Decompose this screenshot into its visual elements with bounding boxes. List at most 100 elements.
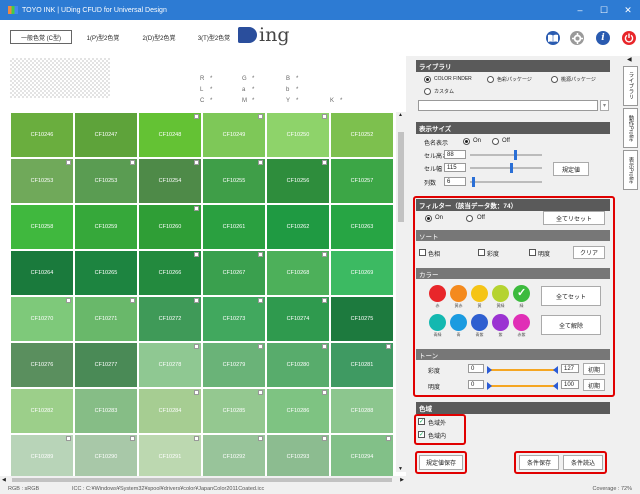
color-swatch[interactable]: CF10280 <box>266 342 330 388</box>
color-swatch[interactable]: CF10286 <box>266 388 330 434</box>
color-swatch[interactable]: CF10254 <box>138 158 202 204</box>
color-swatch[interactable]: CF10274 <box>266 296 330 342</box>
swatch-marker[interactable] <box>322 114 327 119</box>
swatch-marker[interactable] <box>322 252 327 257</box>
info-icon[interactable]: i <box>596 31 610 45</box>
swatch-marker[interactable] <box>386 344 391 349</box>
swatch-marker[interactable] <box>194 114 199 119</box>
swatch-marker[interactable] <box>258 114 263 119</box>
radio-custom[interactable] <box>424 88 431 95</box>
swatch-marker[interactable] <box>258 298 263 303</box>
color-swatch[interactable]: CF10278 <box>138 342 202 388</box>
swatch-marker[interactable] <box>322 390 327 395</box>
radio-package-2[interactable] <box>551 76 558 83</box>
tab-t-type[interactable]: 3(T)型2色覚 <box>188 30 240 44</box>
color-swatch[interactable]: CF10291 <box>138 434 202 480</box>
cell-width-slider[interactable] <box>470 163 542 173</box>
color-swatch[interactable]: CF10261 <box>202 204 266 250</box>
radio-name-off[interactable] <box>492 138 499 145</box>
columns-input[interactable]: 6 <box>444 177 466 186</box>
book-icon[interactable] <box>546 31 560 45</box>
swatch-marker[interactable] <box>258 252 263 257</box>
default-size-button[interactable]: 規定値 <box>553 162 589 176</box>
color-swatch[interactable]: CF10292 <box>202 434 266 480</box>
side-tab-library[interactable]: ライブラリ <box>623 66 638 106</box>
library-select[interactable] <box>418 100 598 111</box>
swatch-marker[interactable] <box>194 298 199 303</box>
swatch-marker[interactable] <box>322 160 327 165</box>
swatch-marker[interactable] <box>194 344 199 349</box>
horizontal-scrollbar[interactable]: ◀ ▶ <box>0 476 406 484</box>
color-swatch[interactable]: CF10262 <box>266 204 330 250</box>
color-swatch[interactable]: CF10277 <box>74 342 138 388</box>
color-swatch[interactable]: CF10288 <box>330 388 394 434</box>
color-swatch[interactable]: CF10259 <box>74 204 138 250</box>
color-swatch[interactable]: CF10284 <box>138 388 202 434</box>
color-swatch[interactable]: CF10294 <box>330 434 394 480</box>
close-button[interactable]: ✕ <box>616 5 640 16</box>
color-swatch[interactable]: CF10255 <box>202 158 266 204</box>
color-swatch[interactable]: CF10247 <box>74 112 138 158</box>
columns-slider[interactable] <box>470 177 542 187</box>
cell-width-input[interactable]: 115 <box>444 163 466 172</box>
color-swatch[interactable]: CF10256 <box>266 158 330 204</box>
hscroll-thumb[interactable] <box>12 478 392 482</box>
color-swatch[interactable]: CF10273 <box>202 296 266 342</box>
swatch-marker[interactable] <box>322 436 327 441</box>
scroll-right-arrow[interactable]: ▶ <box>400 477 404 483</box>
swatch-marker[interactable] <box>258 344 263 349</box>
gear-icon[interactable] <box>570 31 584 45</box>
swatch-marker[interactable] <box>194 252 199 257</box>
swatch-marker[interactable] <box>322 298 327 303</box>
color-swatch[interactable]: CF10252 <box>330 112 394 158</box>
tab-d-type[interactable]: 2(D)型2色覚 <box>132 30 186 44</box>
color-swatch[interactable]: CF10279 <box>202 342 266 388</box>
maximize-button[interactable]: ☐ <box>592 5 616 16</box>
columns-knob[interactable] <box>472 177 475 187</box>
side-tab-profile-2[interactable]: 表示Profile <box>623 150 638 190</box>
color-swatch[interactable]: CF10283 <box>74 388 138 434</box>
swatch-marker[interactable] <box>194 390 199 395</box>
color-swatch[interactable]: CF10246 <box>10 112 74 158</box>
scroll-left-arrow[interactable]: ◀ <box>2 477 6 483</box>
color-swatch[interactable]: CF10289 <box>10 434 74 480</box>
scroll-up-arrow[interactable]: ▲ <box>398 112 403 118</box>
swatch-marker[interactable] <box>194 206 199 211</box>
color-swatch[interactable]: CF10270 <box>10 296 74 342</box>
tab-p-type[interactable]: 1(P)型2色覚 <box>76 30 130 44</box>
minimize-button[interactable]: – <box>568 5 592 15</box>
swatch-marker[interactable] <box>322 344 327 349</box>
color-swatch[interactable]: CF10271 <box>74 296 138 342</box>
color-swatch[interactable]: CF10272 <box>138 296 202 342</box>
library-dropdown-button[interactable]: ▾ <box>600 100 609 111</box>
color-swatch[interactable]: CF10268 <box>266 250 330 296</box>
swatch-marker[interactable] <box>258 390 263 395</box>
swatch-marker[interactable] <box>194 436 199 441</box>
color-swatch[interactable]: CF10263 <box>330 204 394 250</box>
swatch-marker[interactable] <box>258 160 263 165</box>
color-swatch[interactable]: CF10275 <box>330 296 394 342</box>
swatch-marker[interactable] <box>130 160 135 165</box>
color-swatch[interactable]: CF10257 <box>330 158 394 204</box>
color-swatch[interactable]: CF10293 <box>266 434 330 480</box>
color-swatch[interactable]: CF10282 <box>10 388 74 434</box>
color-swatch[interactable]: CF10258 <box>10 204 74 250</box>
cell-height-knob[interactable] <box>514 150 517 160</box>
color-swatch[interactable]: CF10285 <box>202 388 266 434</box>
swatch-marker[interactable] <box>386 436 391 441</box>
swatch-marker[interactable] <box>130 436 135 441</box>
cell-height-slider[interactable] <box>470 150 542 160</box>
swatch-marker[interactable] <box>66 436 71 441</box>
color-swatch[interactable]: CF10250 <box>266 112 330 158</box>
side-tab-profile-1[interactable]: 動作Profile <box>623 108 638 148</box>
radio-name-on[interactable] <box>463 138 470 145</box>
color-swatch[interactable]: CF10260 <box>138 204 202 250</box>
radio-color-finder[interactable] <box>424 76 431 83</box>
color-swatch[interactable]: CF10253 <box>10 158 74 204</box>
tab-normal-vision[interactable]: 一般色覚 (C型) <box>10 30 72 44</box>
color-swatch[interactable]: CF10264 <box>10 250 74 296</box>
power-icon[interactable] <box>622 31 636 45</box>
cell-width-knob[interactable] <box>510 163 513 173</box>
color-swatch[interactable]: CF10269 <box>330 250 394 296</box>
scroll-thumb[interactable] <box>398 132 404 222</box>
